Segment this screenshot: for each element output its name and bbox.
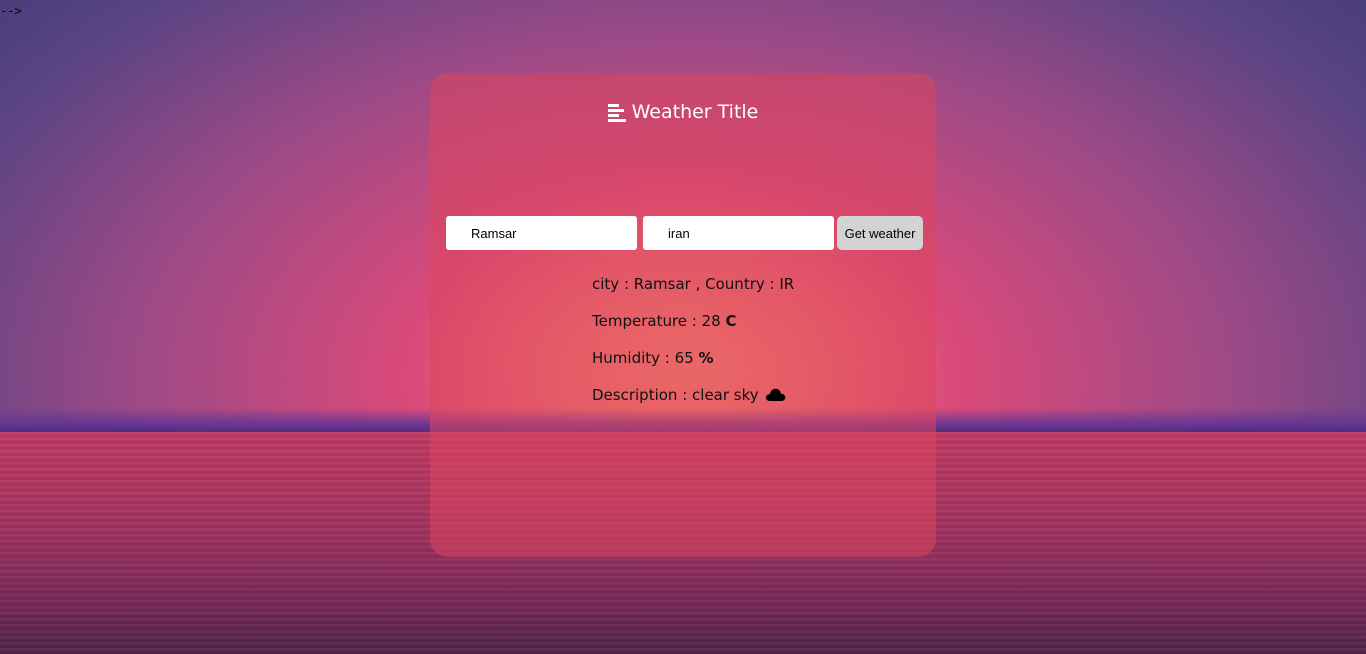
country-input[interactable] [643, 216, 834, 250]
weather-card: Weather Title Get weather city : Ramsar … [430, 73, 936, 557]
temperature-value: 28 [701, 312, 721, 330]
stray-comment-text: --> [0, 4, 22, 18]
weather-results: city : Ramsar , Country : IR Temperature… [592, 271, 912, 419]
country-label: , Country : [690, 275, 780, 293]
temperature-row: Temperature : 28 C [592, 308, 912, 345]
description-label: Description : [592, 386, 693, 404]
humidity-value: 65 [674, 349, 694, 367]
humidity-label: Humidity : [592, 349, 675, 367]
menu-lines-icon [607, 103, 626, 122]
description-row: Description : clear sky [592, 382, 912, 419]
humidity-row: Humidity : 65 % [592, 345, 912, 382]
page-title: Weather Title [631, 101, 759, 123]
search-form: Get weather [446, 216, 924, 250]
city-input[interactable] [446, 216, 637, 250]
description-value: clear sky [692, 386, 759, 404]
temperature-label: Temperature : [592, 312, 702, 330]
card-header: Weather Title [430, 99, 936, 125]
country-value: IR [779, 275, 795, 293]
humidity-unit: % [698, 349, 714, 367]
get-weather-button[interactable]: Get weather [837, 216, 923, 250]
cloud-icon [765, 384, 786, 410]
city-value: Ramsar [633, 275, 691, 293]
city-country-row: city : Ramsar , Country : IR [592, 271, 912, 308]
city-label: city : [592, 275, 634, 293]
temperature-unit: C [725, 312, 737, 330]
